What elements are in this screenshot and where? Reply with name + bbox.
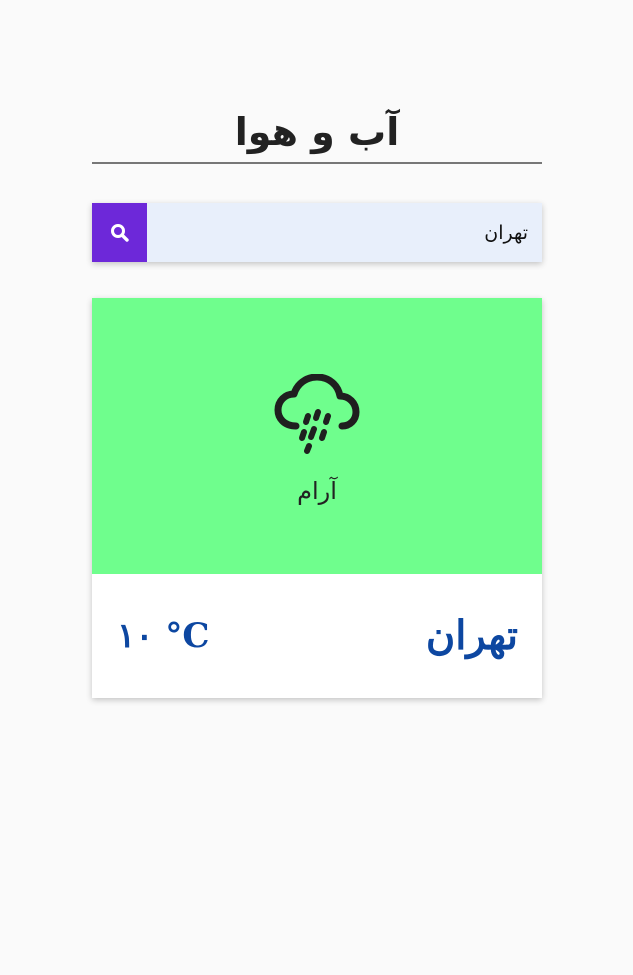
search-button[interactable]: [92, 203, 147, 262]
weather-card: آرام تهران ۱۰ °C: [92, 298, 542, 698]
temperature: ۱۰ °C: [117, 616, 210, 656]
title-divider: [92, 162, 542, 164]
cloud-rain-icon: [274, 374, 360, 454]
page-title: آب و هوا: [234, 110, 400, 154]
search-icon: [110, 223, 129, 242]
search-input[interactable]: [147, 203, 542, 262]
city-name: تهران: [425, 612, 518, 659]
weather-card-top: آرام: [92, 298, 542, 574]
search-bar: [92, 203, 542, 262]
weather-condition: آرام: [297, 477, 337, 505]
